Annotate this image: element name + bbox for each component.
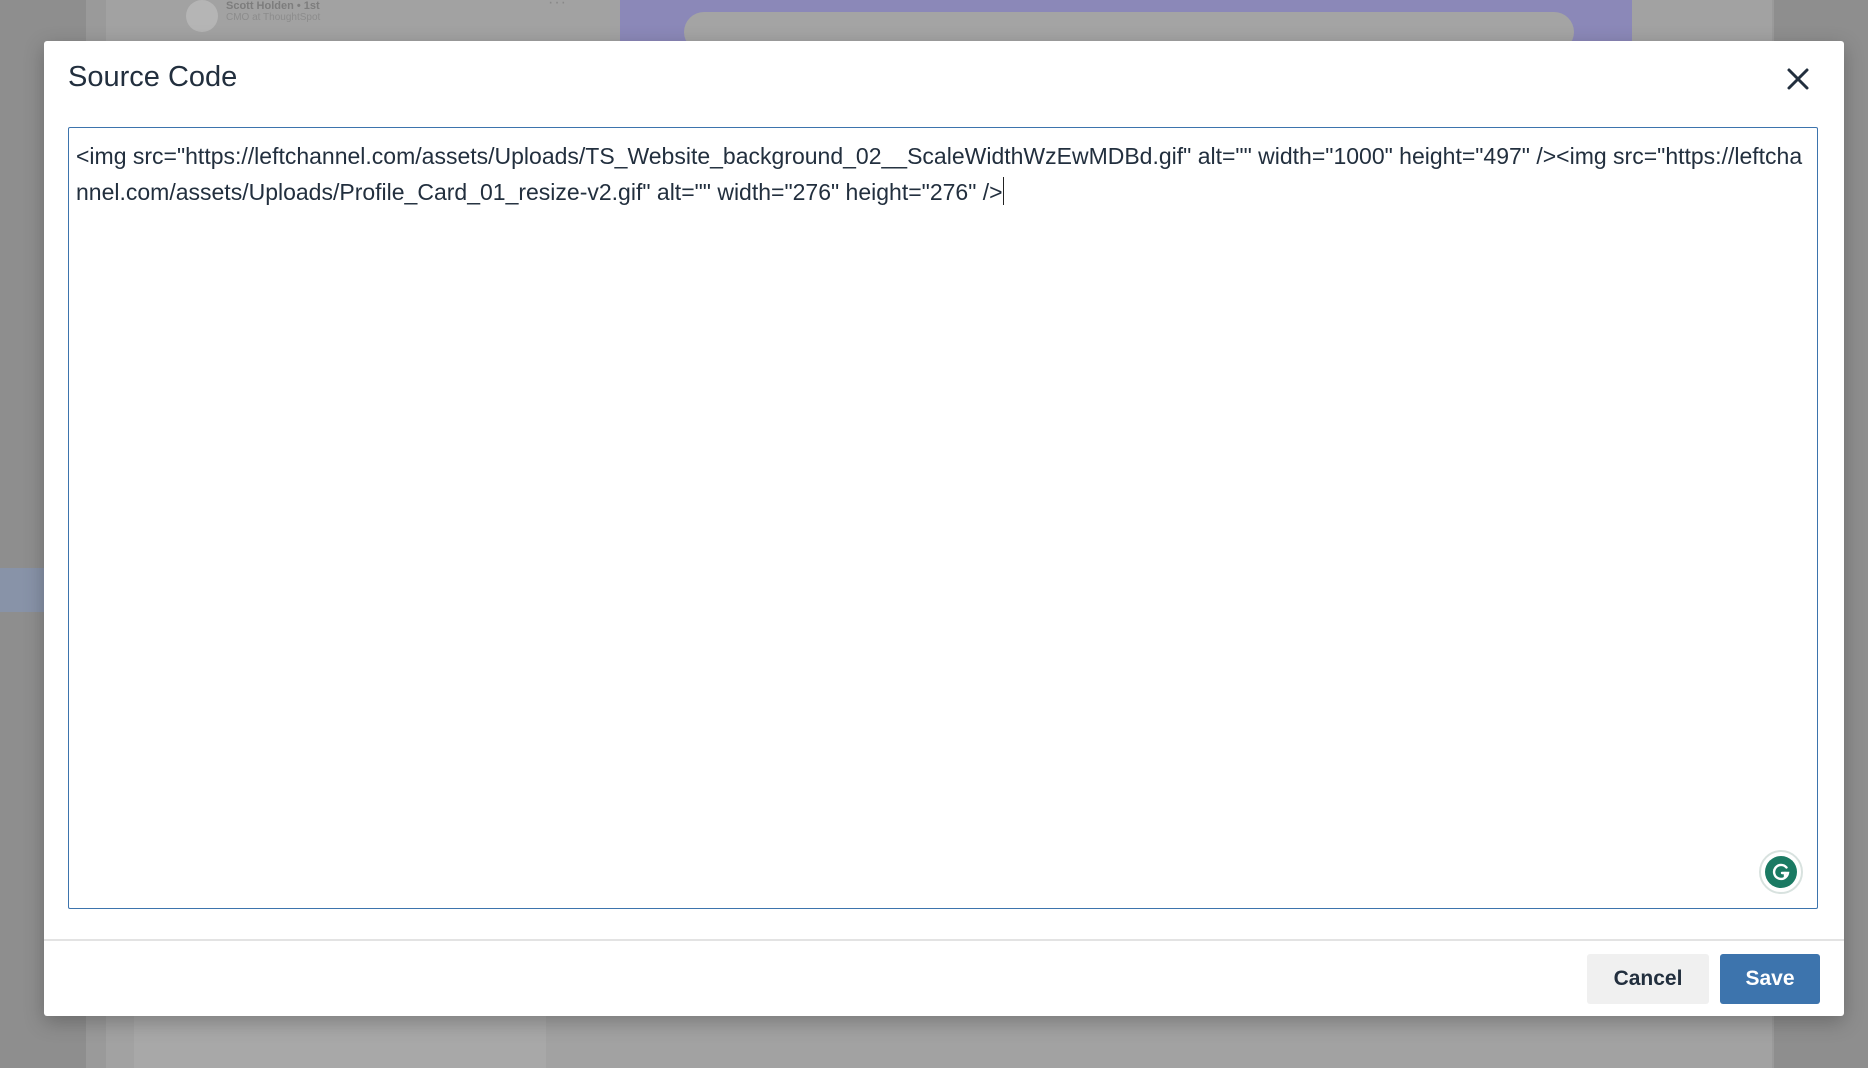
cancel-button[interactable]: Cancel: [1587, 954, 1709, 1004]
background-avatar: [186, 0, 218, 32]
source-code-text: <img src="https://leftchannel.com/assets…: [76, 143, 1803, 205]
save-button[interactable]: Save: [1720, 954, 1820, 1004]
background-profile-name: Scott Holden • 1st: [226, 0, 320, 12]
source-code-textarea[interactable]: <img src="https://leftchannel.com/assets…: [68, 127, 1818, 909]
background-left-column: [134, 1015, 546, 1068]
grammarly-icon: [1765, 856, 1797, 888]
background-side-tab: [0, 568, 44, 612]
source-code-dialog: Source Code <img src="https://leftchanne…: [44, 41, 1844, 1016]
dialog-title: Source Code: [68, 61, 238, 93]
grammarly-button[interactable]: [1759, 850, 1803, 894]
footer-divider: [44, 939, 1844, 941]
text-caret: [1002, 177, 1004, 205]
background-more-icon: ···: [548, 0, 567, 11]
background-profile-role: CMO at ThoughtSpot: [226, 12, 321, 23]
close-button[interactable]: [1780, 61, 1816, 97]
close-icon: [1780, 61, 1816, 97]
